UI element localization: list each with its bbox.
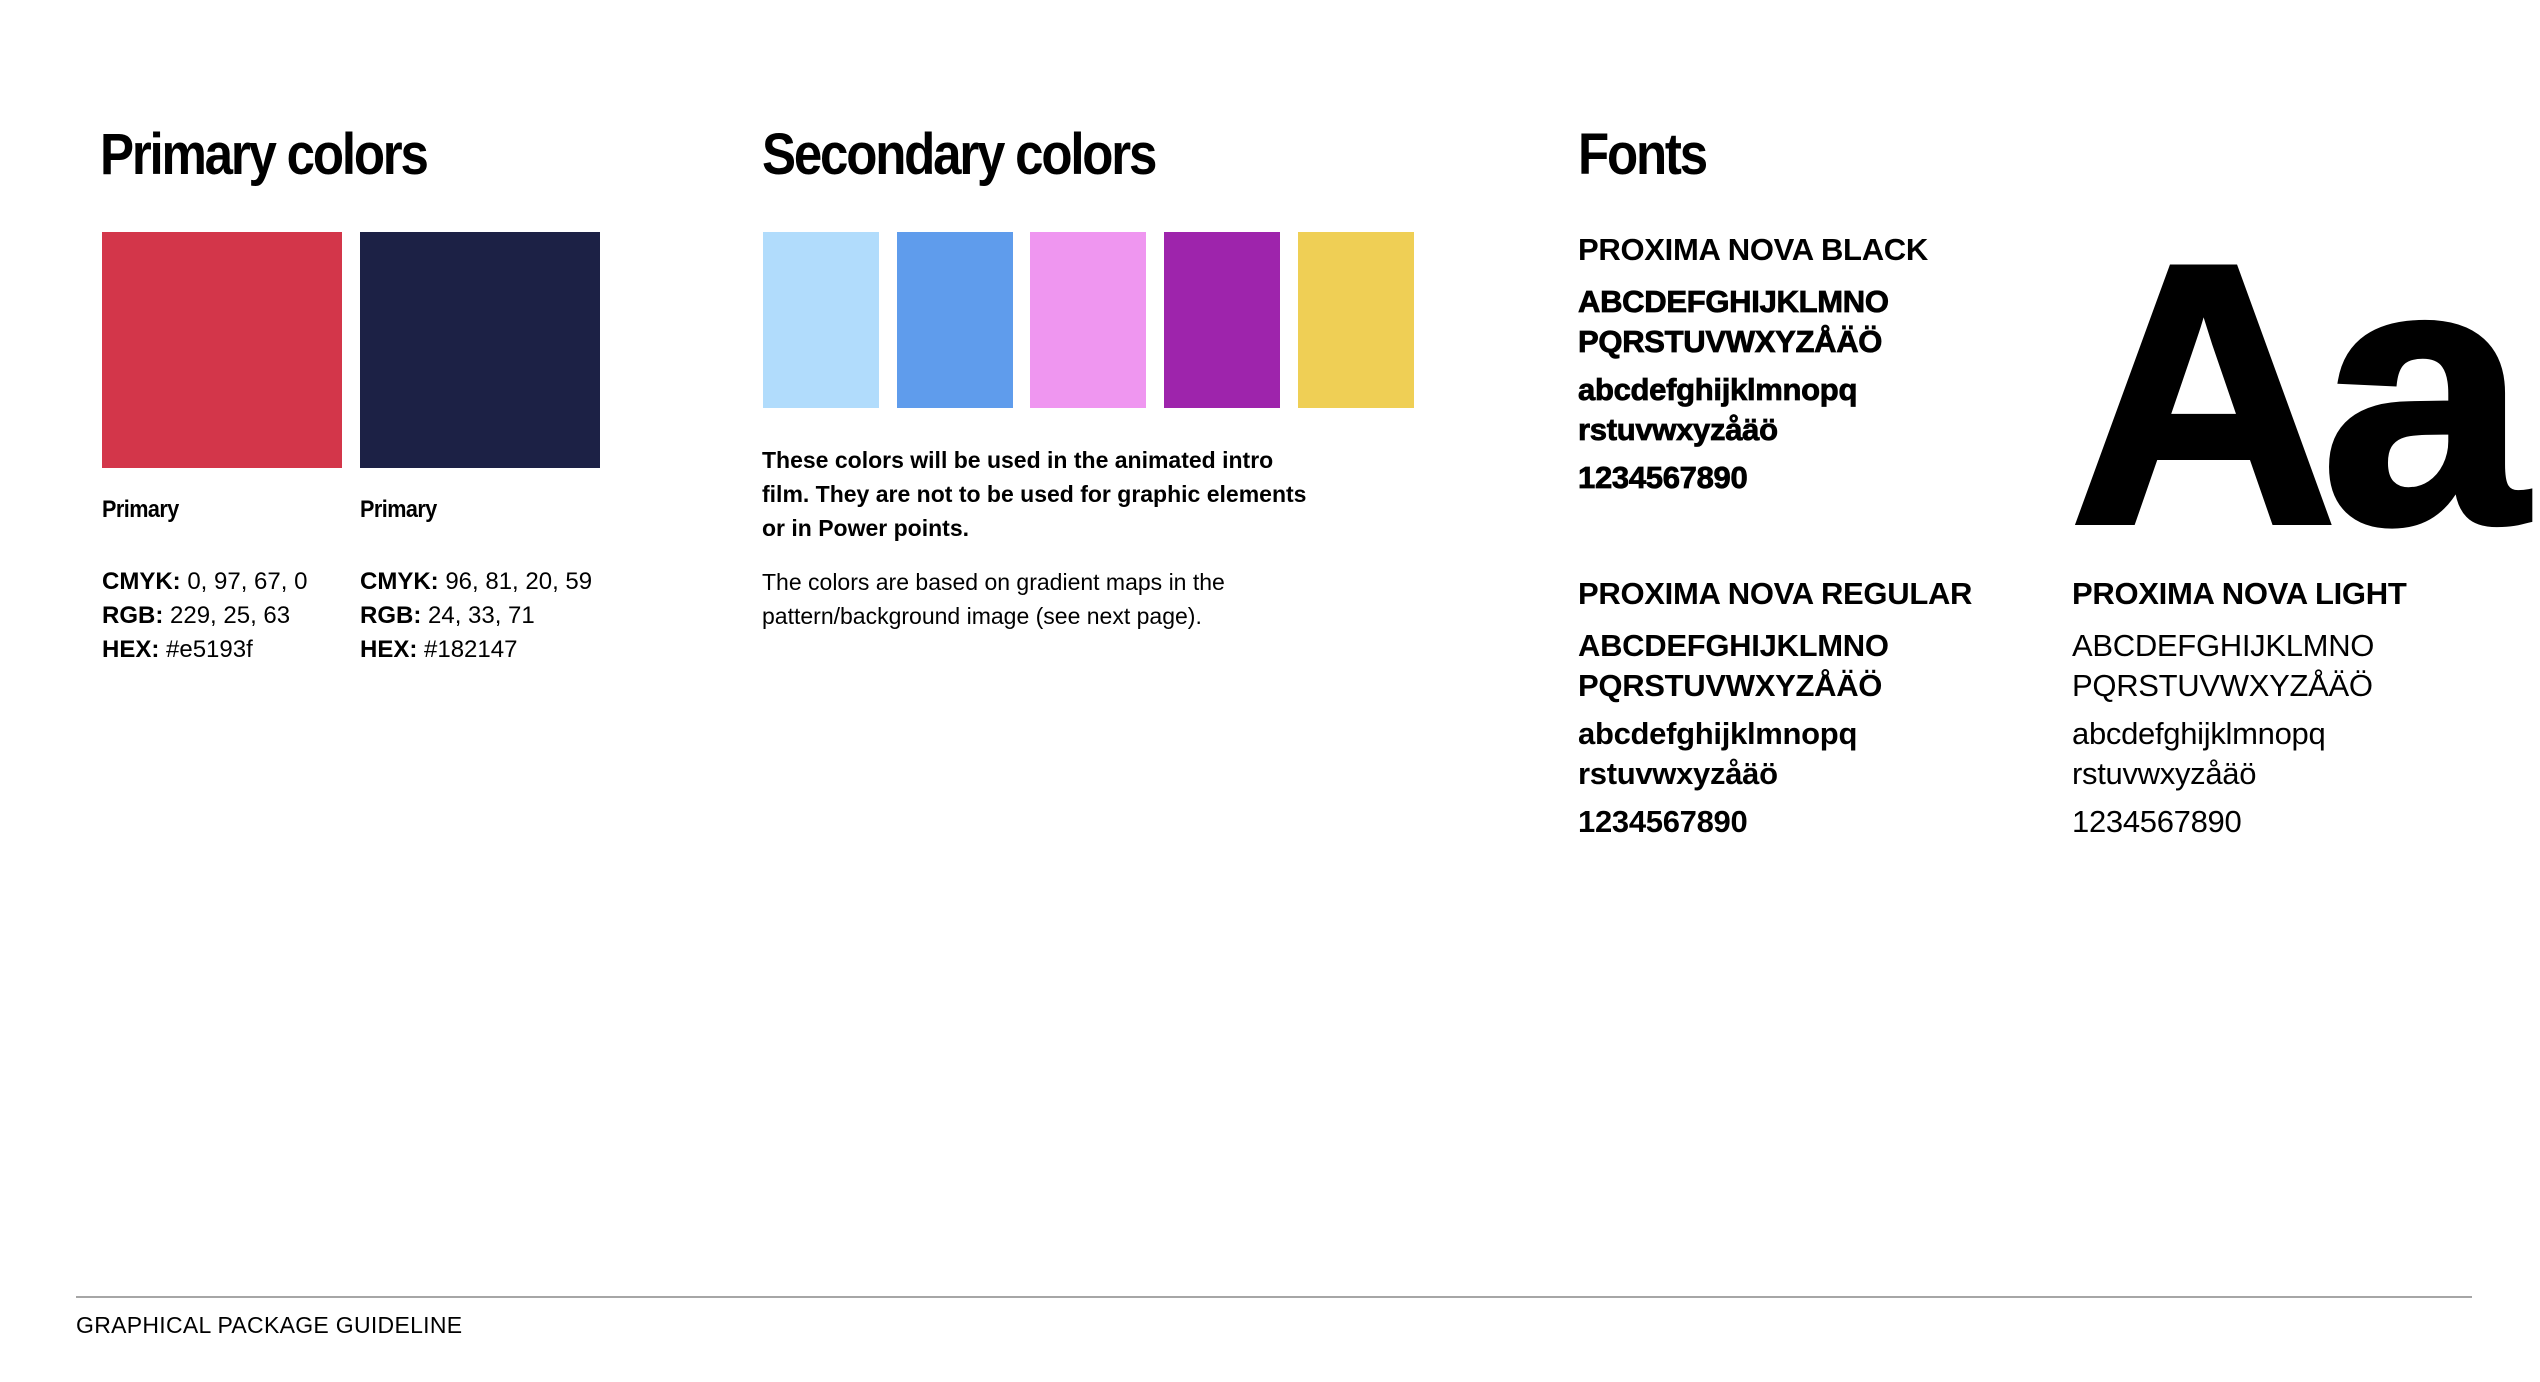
- font-sample-regular: PROXIMA NOVA REGULAR ABCDEFGHIJKLMNO PQR…: [1578, 574, 1972, 842]
- font-specimen-aa: Aa: [2067, 188, 2530, 601]
- secondary-swatch-blue: [897, 232, 1013, 408]
- uppercase-line: PQRSTUVWXYZÅÄÖ: [1578, 668, 1883, 703]
- digits-line: 1234567890: [1578, 804, 1748, 839]
- hex-spec: HEX: #e5193f: [102, 636, 253, 663]
- cmyk-spec: CMYK: 0, 97, 67, 0: [102, 568, 308, 595]
- fonts-heading: Fonts: [1578, 122, 1708, 187]
- digits-line: 1234567890: [1578, 460, 1749, 496]
- secondary-swatch-purple: [1164, 232, 1280, 408]
- secondary-swatch-yellow: [1298, 232, 1414, 408]
- cmyk-spec: CMYK: 96, 81, 20, 59: [360, 568, 593, 595]
- font-name: PROXIMA NOVA BLACK: [1578, 232, 1928, 267]
- secondary-colors-heading: Secondary colors: [762, 122, 1157, 187]
- digits-line: 1234567890: [2072, 804, 2242, 839]
- rgb-spec: RGB: 229, 25, 63: [102, 602, 291, 629]
- footer-divider: [76, 1296, 2472, 1298]
- secondary-swatch-light-blue: [763, 232, 879, 408]
- uppercase-line: ABCDEFGHIJKLMNO: [1578, 284, 1890, 320]
- primary-colors-heading: Primary colors: [100, 122, 429, 187]
- secondary-usage-note: These colors will be used in the animate…: [762, 447, 1307, 541]
- lowercase-line: rstuvwxyzåäö: [1578, 412, 1779, 448]
- primary-swatch-red: [102, 232, 342, 468]
- primary-swatch-label: Primary: [102, 496, 179, 523]
- secondary-swatch-pink: [1030, 232, 1146, 408]
- font-name: PROXIMA NOVA REGULAR: [1578, 576, 1973, 611]
- lowercase-line: abcdefghijklmnopq: [1578, 716, 1858, 751]
- lowercase-line: rstuvwxyzåäö: [1578, 756, 1778, 791]
- uppercase-line: ABCDEFGHIJKLMNO: [1578, 628, 1889, 663]
- font-sample-black: PROXIMA NOVA BLACK ABCDEFGHIJKLMNO PQRST…: [1578, 230, 1929, 498]
- color-spec-red: CMYK: 0, 97, 67, 0 RGB: 229, 25, 63 HEX:…: [102, 565, 307, 667]
- rgb-spec: RGB: 24, 33, 71: [360, 602, 535, 629]
- uppercase-line: PQRSTUVWXYZÅÄÖ: [1578, 324, 1883, 360]
- uppercase-line: PQRSTUVWXYZÅÄÖ: [2072, 668, 2373, 703]
- uppercase-line: ABCDEFGHIJKLMNO: [2072, 628, 2375, 663]
- secondary-origin-note: The colors are based on gradient maps in…: [762, 569, 1225, 629]
- lowercase-line: abcdefghijklmnopq: [2072, 716, 2326, 751]
- primary-swatch-navy: [360, 232, 600, 468]
- color-spec-navy: CMYK: 96, 81, 20, 59 RGB: 24, 33, 71 HEX…: [360, 565, 592, 667]
- lowercase-line: rstuvwxyzåäö: [2072, 756, 2257, 791]
- font-sample-light: PROXIMA NOVA LIGHT ABCDEFGHIJKLMNO PQRST…: [2072, 574, 2407, 842]
- hex-spec: HEX: #182147: [360, 636, 518, 663]
- primary-swatch-label: Primary: [360, 496, 437, 523]
- footer-title: GRAPHICAL PACKAGE GUIDELINE: [76, 1312, 463, 1338]
- lowercase-line: abcdefghijklmnopq: [1578, 372, 1858, 408]
